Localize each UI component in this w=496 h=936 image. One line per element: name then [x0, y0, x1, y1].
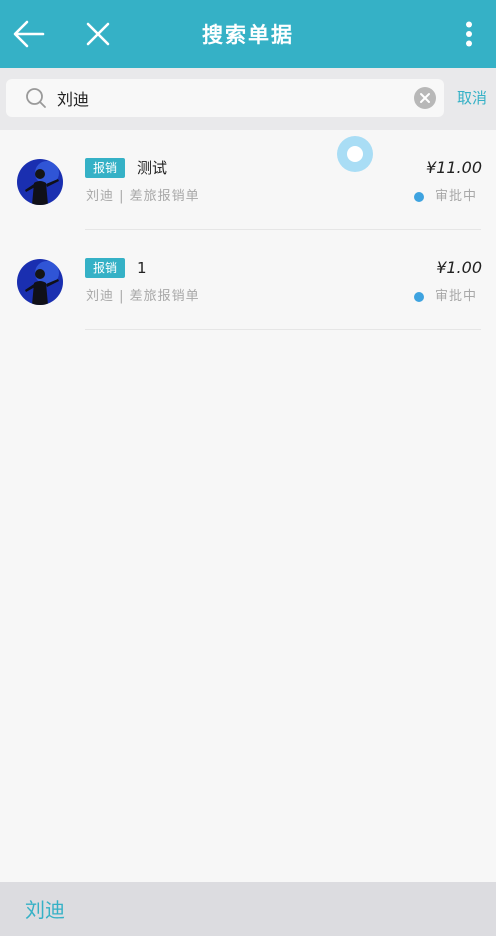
type-badge: 报销 — [85, 258, 125, 278]
app-header: 搜索单据 — [0, 0, 496, 68]
close-button[interactable] — [76, 0, 120, 68]
cancel-button[interactable]: 取消 — [457, 87, 496, 109]
status-dot — [414, 192, 424, 202]
status-text: 审批中 — [435, 289, 478, 304]
close-icon — [86, 22, 110, 46]
item-title: 1 — [137, 259, 147, 277]
item-title: 测试 — [137, 159, 168, 177]
search-box — [6, 79, 444, 117]
touch-indicator-center — [347, 146, 363, 162]
more-vertical-icon — [466, 21, 472, 47]
keyboard-suggestion-bar: 刘迪 — [0, 882, 496, 936]
avatar — [17, 159, 63, 205]
status-dot — [414, 292, 424, 302]
search-icon — [26, 88, 46, 108]
arrow-left-icon — [13, 20, 45, 48]
back-button[interactable] — [6, 0, 52, 68]
result-row[interactable]: 报销 1 ¥1.00 刘迪 | 差旅报销单 审批中 — [0, 230, 496, 330]
touch-indicator — [337, 136, 373, 172]
more-menu-button[interactable] — [450, 0, 488, 68]
type-badge: 报销 — [85, 158, 125, 178]
divider — [85, 329, 481, 330]
item-amount: ¥11.00 — [426, 158, 482, 177]
search-bar: 取消 — [0, 68, 496, 130]
result-row[interactable]: 报销 测试 ¥11.00 刘迪 | 差旅报销单 审批中 — [0, 130, 496, 230]
avatar — [17, 259, 63, 305]
item-amount: ¥1.00 — [436, 258, 482, 277]
status-text: 审批中 — [435, 189, 478, 204]
item-subtitle: 刘迪 | 差旅报销单 — [86, 189, 200, 204]
suggestion-item[interactable]: 刘迪 — [25, 897, 65, 923]
item-subtitle: 刘迪 | 差旅报销单 — [86, 289, 200, 304]
page-title: 搜索单据 — [202, 23, 294, 47]
clear-icon[interactable] — [414, 87, 436, 109]
search-input[interactable] — [57, 83, 397, 113]
